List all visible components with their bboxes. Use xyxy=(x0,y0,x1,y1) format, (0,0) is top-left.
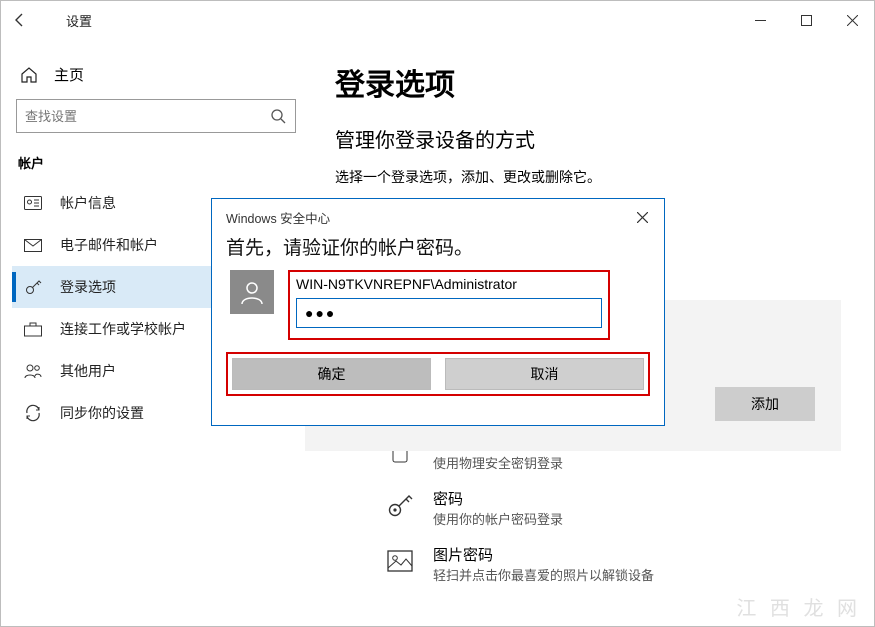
option-picture-password[interactable]: 图片密码 轻扫并点击你最喜爱的照片以解锁设备 xyxy=(335,536,865,592)
search-box[interactable] xyxy=(16,99,296,133)
sidebar-item-label: 登录选项 xyxy=(60,277,116,297)
sidebar-item-label: 帐户信息 xyxy=(60,193,116,213)
option-title: 图片密码 xyxy=(433,544,654,565)
page-title: 登录选项 xyxy=(335,60,865,104)
sidebar-section-label: 帐户 xyxy=(18,153,295,172)
sync-icon xyxy=(24,404,42,422)
users-icon xyxy=(24,363,42,379)
password-input[interactable] xyxy=(296,298,602,328)
option-sub: 使用你的帐户密码登录 xyxy=(433,509,563,528)
option-password[interactable]: 密码 使用你的帐户密码登录 xyxy=(335,480,865,536)
sidebar-item-label: 连接工作或学校帐户 xyxy=(60,319,186,339)
sidebar-home[interactable]: 主页 xyxy=(12,58,295,99)
option-sub: 使用物理安全密钥登录 xyxy=(433,453,563,472)
briefcase-icon xyxy=(24,322,42,337)
id-card-icon xyxy=(24,196,42,210)
content-subtitle: 管理你登录设备的方式 xyxy=(335,124,865,153)
key-large-icon xyxy=(385,488,415,522)
search-input[interactable] xyxy=(17,100,261,132)
user-avatar-icon xyxy=(230,270,274,314)
sidebar-item-label: 电子邮件和帐户 xyxy=(60,235,158,255)
credential-dialog: Windows 安全中心 首先，请验证你的帐户密码。 WIN-N9TKVNREP… xyxy=(211,198,665,426)
add-button[interactable]: 添加 xyxy=(715,387,815,421)
sidebar-item-label: 其他用户 xyxy=(60,361,116,381)
dialog-buttons-highlight: 确定 取消 xyxy=(226,352,650,396)
option-sub: 轻扫并点击你最喜爱的照片以解锁设备 xyxy=(433,565,654,584)
sidebar-item-label: 同步你的设置 xyxy=(60,403,144,423)
picture-icon xyxy=(385,544,415,578)
mail-icon xyxy=(24,239,42,252)
dialog-close-button[interactable] xyxy=(630,205,654,229)
ok-button[interactable]: 确定 xyxy=(232,358,431,390)
credential-highlight: WIN-N9TKVNREPNF\Administrator xyxy=(288,270,610,340)
sidebar-home-label: 主页 xyxy=(54,64,84,85)
cancel-button[interactable]: 取消 xyxy=(445,358,644,390)
key-icon xyxy=(24,278,42,296)
option-title: 密码 xyxy=(433,488,563,509)
dialog-heading: 首先，请验证你的帐户密码。 xyxy=(212,229,664,270)
dialog-title: Windows 安全中心 xyxy=(226,208,330,227)
account-name: WIN-N9TKVNREPNF\Administrator xyxy=(296,276,602,292)
content-desc: 选择一个登录选项，添加、更改或删除它。 xyxy=(335,167,865,187)
search-icon xyxy=(261,108,295,124)
home-icon xyxy=(20,66,38,84)
